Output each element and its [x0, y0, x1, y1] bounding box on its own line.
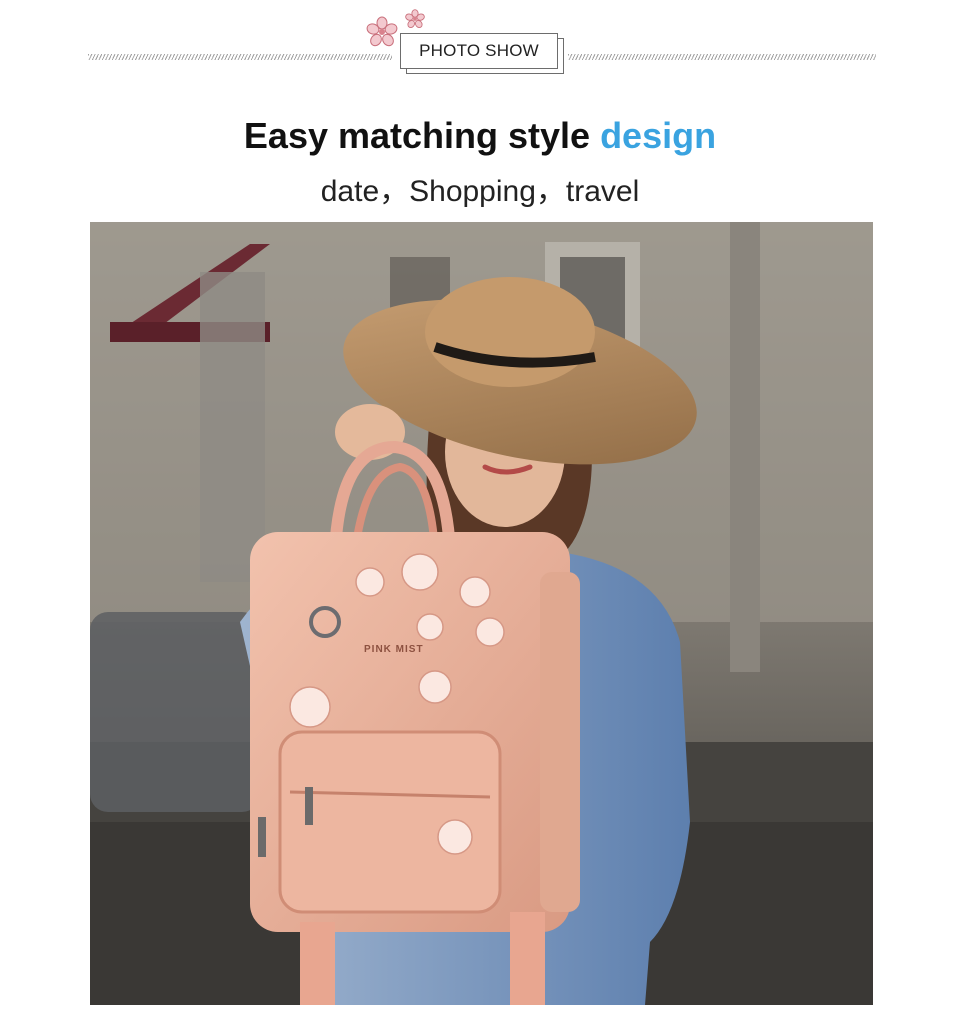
- page-subheadline: date，Shopping，travel: [320, 175, 640, 208]
- headline-main-text: Easy matching style: [243, 115, 601, 156]
- left-divider: [88, 54, 392, 60]
- cherry-blossom-icon: [366, 16, 398, 47]
- right-divider: [568, 54, 876, 60]
- cherry-blossom-small-icon: [405, 9, 425, 28]
- woman-with-pink-backpack-illustration: [90, 222, 873, 1005]
- photo-show-badge: PHOTO SHOW: [400, 33, 558, 69]
- bag-brand-label: PINK MIST: [364, 644, 424, 655]
- page-headline: Easy matching style design: [0, 115, 960, 157]
- product-photo: PINK MIST: [90, 222, 873, 1005]
- headline-accent-text: design: [600, 115, 717, 156]
- section-header: PHOTO SHOW: [0, 0, 960, 90]
